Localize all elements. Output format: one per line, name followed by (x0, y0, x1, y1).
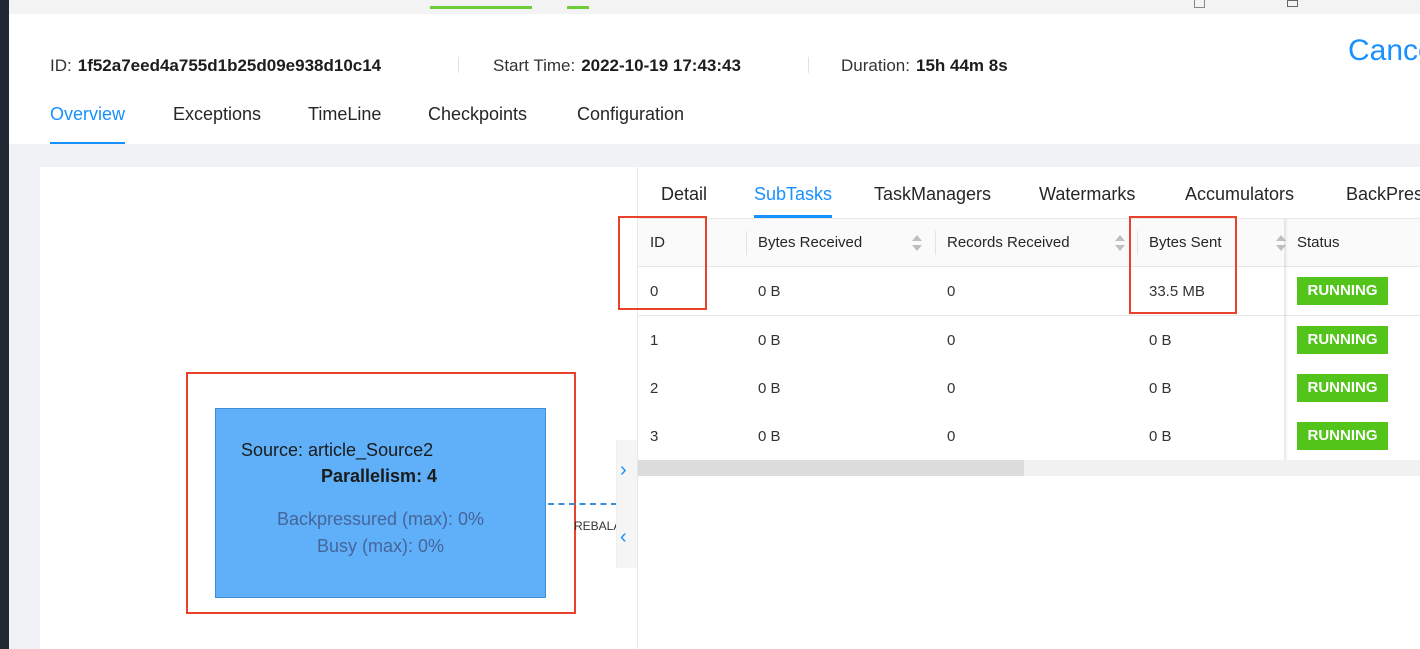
cell-bytes-sent: 0 B (1149, 380, 1172, 397)
address-highlight (567, 6, 589, 9)
tab-checkpoints[interactable]: Checkpoints (428, 104, 527, 144)
window-edge (0, 0, 9, 649)
cell-records-received: 0 (947, 283, 956, 300)
start-time-value: 2022-10-19 17:43:43 (581, 56, 741, 75)
subtab-detail[interactable]: Detail (661, 184, 707, 218)
cell-bytes-sent: 0 B (1149, 332, 1172, 349)
browser-address-bar (9, 0, 1420, 14)
subtab-accumulators[interactable]: Accumulators (1185, 184, 1294, 218)
browser-extension-icon[interactable] (1287, 0, 1298, 7)
address-highlight (430, 6, 532, 9)
table-row[interactable]: 0 0 B 0 33.5 MB RUNNING (638, 267, 1420, 316)
tab-overview[interactable]: Overview (50, 104, 126, 145)
start-time-label: Start Time: (493, 56, 576, 75)
job-id-label: ID: (50, 56, 72, 75)
cell-records-received: 0 (947, 428, 956, 445)
cell-id: 2 (650, 380, 659, 397)
duration-label: Duration: (841, 56, 910, 75)
job-id-value: 1f52a7eed4a755d1b25d09e938d10c14 (77, 56, 382, 75)
fixed-column-shadow (1284, 219, 1288, 461)
job-id: ID: 1f52a7eed4a755d1b25d09e938d10c14 (50, 56, 381, 76)
highlight-box-bytes-sent-column (1129, 216, 1237, 314)
column-separator (746, 231, 747, 255)
highlight-box-id-column (618, 216, 707, 310)
expand-icon[interactable]: › (620, 460, 627, 480)
cell-id: 1 (650, 332, 659, 349)
table-row[interactable]: 2 0 B 0 0 B RUNNING (638, 364, 1420, 413)
collapse-icon[interactable]: ‹ (620, 527, 627, 547)
cell-records-received: 0 (947, 380, 956, 397)
subtab-backpressure[interactable]: BackPressure (1346, 184, 1420, 218)
job-duration: Duration: 15h 44m 8s (841, 56, 1008, 76)
divider (458, 57, 459, 73)
column-header-status[interactable]: Status (1297, 234, 1340, 251)
duration-value: 15h 44m 8s (915, 56, 1008, 75)
sort-icon[interactable] (1115, 235, 1125, 253)
sort-icon[interactable] (912, 235, 922, 253)
cell-bytes-received: 0 B (758, 380, 781, 397)
browser-page-icon[interactable] (1194, 0, 1205, 8)
column-header-records-received[interactable]: Records Received (947, 234, 1070, 251)
cell-bytes-received: 0 B (758, 332, 781, 349)
scrollbar-thumb[interactable] (638, 460, 1024, 476)
cancel-job-button[interactable]: Cancel (1348, 34, 1420, 68)
cell-bytes-received: 0 B (758, 283, 781, 300)
column-header-bytes-received[interactable]: Bytes Received (758, 234, 862, 251)
vertex-detail-panel: Detail SubTasks TaskManagers Watermarks … (637, 167, 1420, 649)
divider (808, 57, 809, 73)
table-horizontal-scrollbar[interactable] (638, 460, 1420, 476)
status-badge: RUNNING (1297, 277, 1388, 305)
tab-timeline[interactable]: TimeLine (308, 104, 381, 144)
status-badge: RUNNING (1297, 326, 1388, 354)
table-row[interactable]: 1 0 B 0 0 B RUNNING (638, 316, 1420, 365)
job-header: ID: 1f52a7eed4a755d1b25d09e938d10c14 Star… (9, 14, 1420, 145)
column-separator (935, 231, 936, 255)
edge-label: REBALANCE (574, 519, 618, 533)
cell-bytes-sent: 0 B (1149, 428, 1172, 445)
cell-id: 3 (650, 428, 659, 445)
panel-toggle: › ‹ (616, 440, 638, 568)
status-badge: RUNNING (1297, 422, 1388, 450)
job-start-time: Start Time: 2022-10-19 17:43:43 (493, 56, 741, 76)
cell-records-received: 0 (947, 332, 956, 349)
table-row[interactable]: 3 0 B 0 0 B RUNNING (638, 412, 1420, 461)
subtab-subtasks[interactable]: SubTasks (754, 184, 833, 218)
subtab-taskmanagers[interactable]: TaskManagers (874, 184, 991, 218)
status-badge: RUNNING (1297, 374, 1388, 402)
subtasks-table-header: ID Bytes Received Records Received Bytes… (638, 219, 1420, 267)
highlight-box-node (186, 372, 576, 614)
subtab-watermarks[interactable]: Watermarks (1039, 184, 1135, 218)
tab-exceptions[interactable]: Exceptions (173, 104, 261, 144)
cell-bytes-received: 0 B (758, 428, 781, 445)
tab-configuration[interactable]: Configuration (577, 104, 684, 144)
